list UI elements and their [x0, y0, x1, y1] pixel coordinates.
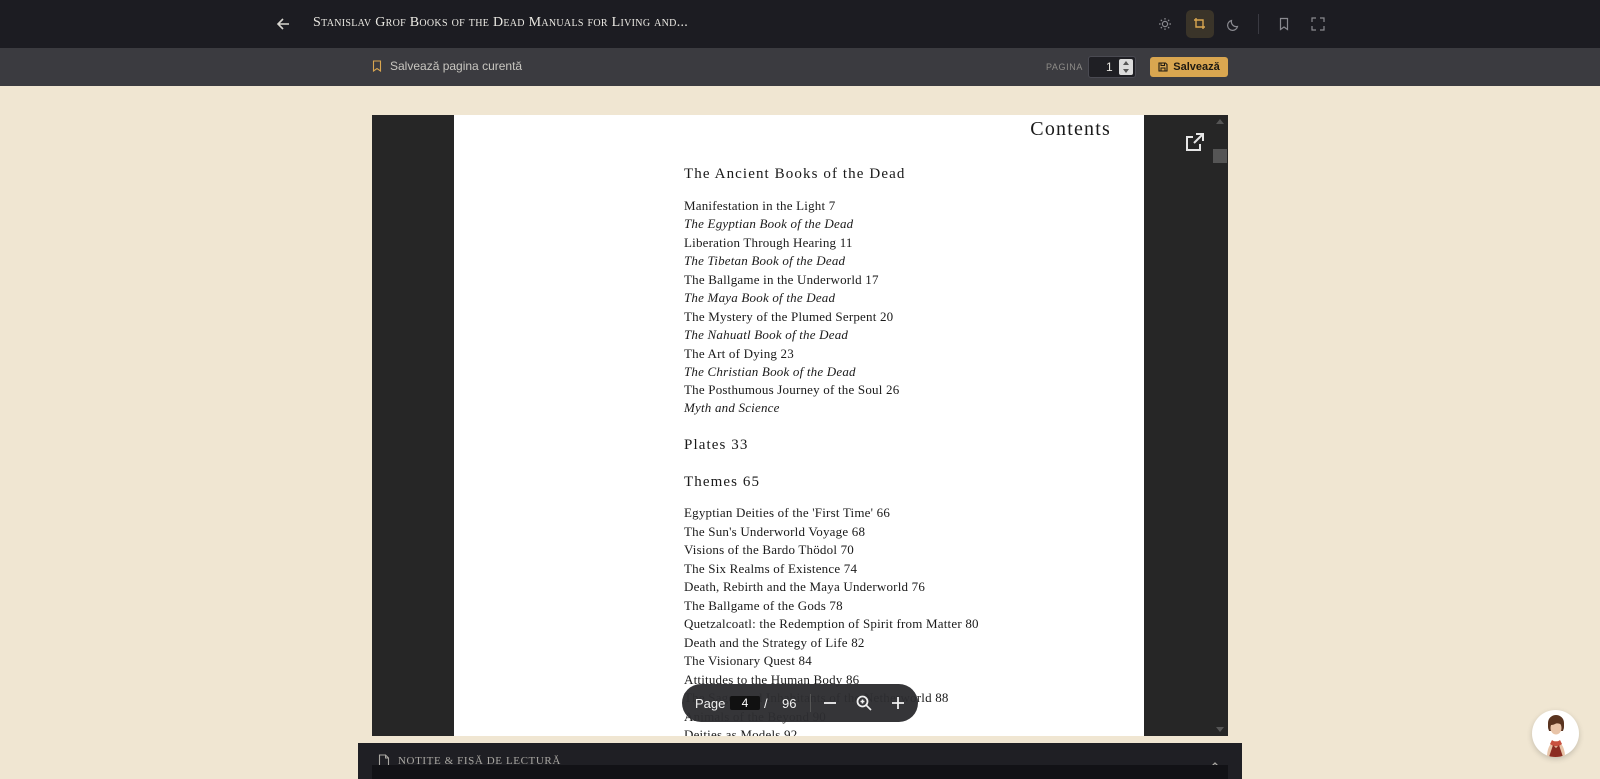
toc-entry: The Maya Book of the Dead	[684, 290, 836, 305]
notes-panel[interactable]: Notițe & fișă de lectură	[358, 743, 1242, 779]
page-label: PAGINA	[1046, 62, 1083, 72]
toc-entry: Liberation Through Hearing 11	[684, 235, 853, 250]
current-page-input[interactable]: 4	[730, 696, 760, 710]
toc-entry: The Christian Book of the Dead	[684, 364, 856, 379]
toc-entry: The Art of Dying 23	[684, 346, 794, 361]
toc-entry: The Mystery of the Plumed Serpent 20	[684, 309, 894, 324]
toc-entry: Deities as Models 92	[684, 727, 798, 736]
reading-toolbar: Salvează pagina curentă PAGINA 1 Salveaz…	[0, 48, 1600, 86]
zoom-icon	[856, 695, 872, 711]
page-number-input[interactable]: 1	[1088, 56, 1136, 78]
total-pages: 96	[782, 696, 797, 711]
page-navigator: Page 4 / 96	[682, 684, 918, 722]
contents-heading: Contents	[1030, 118, 1111, 140]
stepper-up-icon[interactable]	[1123, 61, 1129, 65]
toc-entry: The Tibetan Book of the Dead	[684, 253, 846, 268]
toc-entry: The Egyptian Book of the Dead	[684, 216, 854, 231]
toc-entry: The Posthumous Journey of the Soul 26	[684, 382, 900, 397]
zoom-out-button[interactable]	[818, 691, 842, 715]
toc-section-heading: The Ancient Books of the Dead	[684, 166, 906, 182]
bookmark-button[interactable]	[1270, 10, 1298, 38]
bookmark-icon	[372, 60, 382, 72]
save-current-page-label: Salvează pagina curentă	[390, 59, 523, 73]
toc-entry: The Ballgame of the Gods 78	[684, 598, 843, 613]
toc-section-heading: Plates 33	[684, 437, 749, 453]
save-current-page-link[interactable]: Salvează pagina curentă	[372, 59, 522, 73]
pager-divider	[810, 694, 811, 712]
toc-entry: Visions of the Bardo Thödol 70	[684, 542, 854, 557]
page-stepper[interactable]	[1119, 59, 1133, 75]
toc-entry: The Ballgame in the Underworld 17	[684, 272, 879, 287]
toc-entry: Death and the Strategy of Life 82	[684, 635, 865, 650]
zoom-in-button[interactable]	[886, 691, 910, 715]
sepia-theme-button[interactable]	[1186, 10, 1214, 38]
book-title: Stanislav Grof Books of the Dead Manuals…	[313, 15, 689, 30]
toc-entry: Death, Rebirth and the Maya Underworld 7…	[684, 579, 926, 594]
toc-entry: Manifestation in the Light 7	[684, 198, 836, 213]
toc-entry: The Nahuatl Book of the Dead	[684, 327, 849, 342]
save-button[interactable]: Salvează	[1150, 57, 1228, 77]
toc-entry: Quetzalcoatl: the Redemption of Spirit f…	[684, 616, 979, 631]
plus-icon	[892, 697, 904, 709]
top-bar: Stanislav Grof Books of the Dead Manuals…	[0, 0, 1600, 48]
back-button[interactable]	[270, 12, 296, 36]
toc-entry: The Visionary Quest 84	[684, 653, 812, 668]
fullscreen-icon	[1311, 17, 1325, 31]
save-button-label: Salvează	[1173, 61, 1220, 73]
assistant-avatar-icon	[1547, 715, 1565, 757]
toc-section-heading: Themes 65	[684, 474, 761, 490]
page-nav-label: Page	[695, 696, 726, 711]
arrow-left-icon	[276, 18, 289, 30]
save-icon	[1158, 62, 1168, 72]
toc-entry: The Six Realms of Existence 74	[684, 561, 858, 576]
toolbar-divider	[1258, 14, 1259, 34]
viewer-scrollbar[interactable]	[1212, 115, 1228, 736]
toc-entry: Egyptian Deities of the 'First Time' 66	[684, 505, 891, 520]
light-theme-button[interactable]	[1151, 10, 1179, 38]
page-number-value: 1	[1106, 60, 1113, 74]
scroll-thumb[interactable]	[1213, 149, 1227, 163]
zoom-button[interactable]	[852, 691, 876, 715]
open-external-button[interactable]	[1184, 131, 1206, 153]
pdf-page: Contents The Ancient Books of the Dead Ma…	[454, 115, 1144, 736]
minus-icon	[824, 702, 836, 704]
toc-entry: The Sun's Underworld Voyage 68	[684, 524, 866, 539]
scroll-down-icon[interactable]	[1216, 727, 1224, 732]
fullscreen-button[interactable]	[1304, 10, 1332, 38]
dark-theme-button[interactable]	[1220, 10, 1248, 38]
notes-content-strip	[372, 765, 1228, 779]
scroll-up-icon[interactable]	[1216, 119, 1224, 124]
open-external-icon	[1186, 133, 1204, 151]
crop-icon	[1194, 18, 1205, 29]
stepper-down-icon[interactable]	[1123, 69, 1129, 73]
moon-icon	[1227, 19, 1239, 31]
toc-entry: Myth and Science	[684, 400, 780, 415]
pdf-viewer[interactable]: Contents The Ancient Books of the Dead Ma…	[372, 115, 1228, 736]
assistant-avatar-button[interactable]	[1532, 710, 1579, 757]
page-separator: /	[764, 696, 768, 711]
sun-icon	[1159, 18, 1171, 30]
bookmark-icon	[1279, 17, 1289, 31]
